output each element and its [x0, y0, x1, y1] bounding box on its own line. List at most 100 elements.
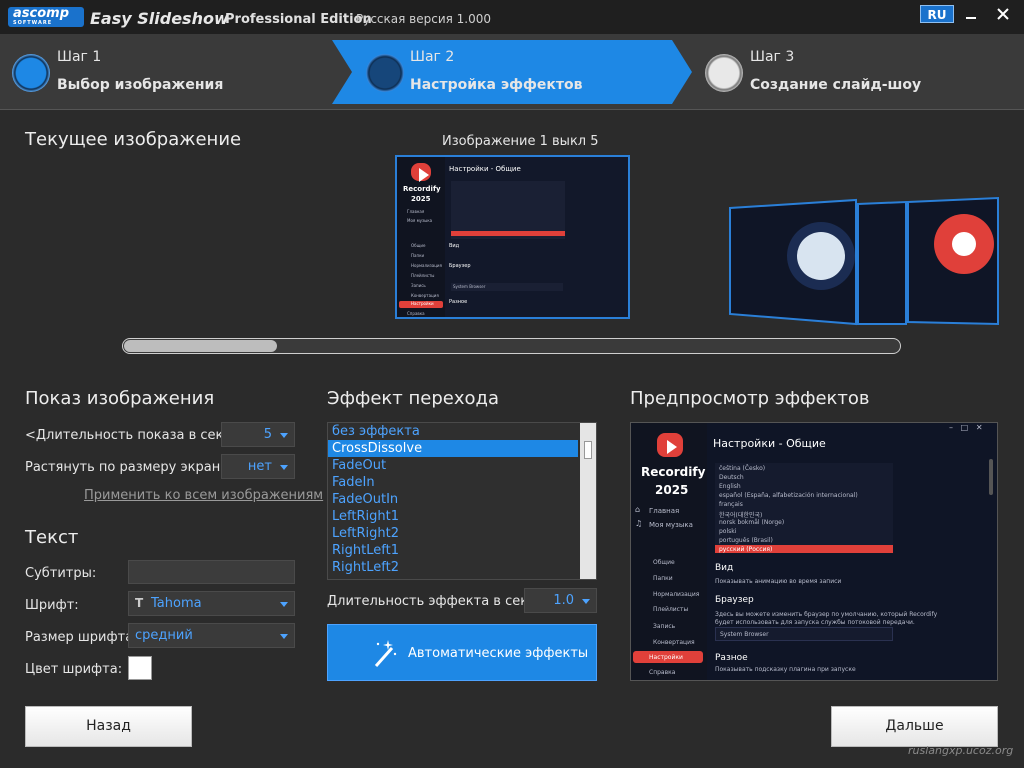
duration-label: <Длительность показа в секунд — [25, 428, 249, 443]
preview-nav-settings: Настройки — [649, 654, 683, 661]
effect-duration-select[interactable]: 1.0 — [524, 588, 597, 613]
preview-lang-3: español (España, alfabetización internac… — [719, 492, 858, 499]
logo-subtext: SOFTWARE — [13, 20, 53, 26]
subtitles-label: Субтитры: — [25, 566, 97, 581]
stretch-select[interactable]: нет — [221, 454, 295, 479]
app-edition: Professional Edition — [225, 12, 372, 27]
list-item[interactable]: FadeIn — [328, 474, 578, 491]
preview-lang-5: 한국어(대한민국) — [719, 512, 763, 519]
close-icon — [997, 8, 1009, 20]
font-color-label: Цвет шрифта: — [25, 662, 123, 677]
image-counter: Изображение 1 выкл 5 — [442, 134, 599, 149]
subtitles-input[interactable] — [128, 560, 295, 584]
chevron-down-icon — [280, 602, 288, 607]
preview-nav-convert: Конвертация — [653, 639, 695, 646]
preview-nav-normalize: Нормализация — [653, 591, 700, 598]
recordify-icon — [657, 433, 683, 457]
show-image-title: Показ изображения — [25, 388, 215, 409]
font-color-swatch[interactable] — [128, 656, 152, 680]
duration-select[interactable]: 5 — [221, 422, 295, 447]
preview-lang-6: norsk bokmål (Norge) — [719, 519, 785, 526]
list-scrollbar[interactable] — [580, 423, 596, 579]
preview-browser-select-text: System Browser — [720, 631, 769, 638]
preview-scrollbar — [989, 459, 993, 495]
thumb-header: Настройки - Общие — [449, 165, 521, 173]
preview-browser-desc1: Здесь вы можете изменить браузер по умол… — [715, 611, 938, 618]
transition-effect-list[interactable]: без эффекта CrossDissolve FadeOut FadeIn… — [327, 422, 597, 580]
preview-sec-view: Вид — [715, 563, 734, 573]
minimize-icon — [966, 17, 976, 19]
list-item[interactable]: LeftRight2 — [328, 525, 578, 542]
list-item[interactable]: RightLeft2 — [328, 559, 578, 576]
thumb-sec-view: Вид — [449, 243, 460, 249]
preview-lang-8: português (Brasil) — [719, 537, 773, 544]
app-title: Easy Slideshow — [90, 9, 229, 28]
preview-nav-record: Запись — [653, 623, 676, 630]
preview-nav-general: Общие — [653, 559, 675, 566]
preview-language-list: čeština (Česko) Deutsch English español … — [715, 463, 893, 553]
chevron-down-icon — [280, 634, 288, 639]
font-size-select[interactable]: средний — [128, 623, 295, 648]
image-scrollbar[interactable] — [122, 338, 901, 354]
step-3-title: Создание слайд-шоу — [750, 77, 922, 93]
auto-effects-button[interactable]: Автоматические эффекты — [327, 624, 597, 681]
minimize-button[interactable] — [958, 5, 984, 23]
preview-view-option: Показывать анимацию во время записи — [715, 578, 842, 585]
effect-duration-label: Длительность эффекта в секунд — [327, 594, 554, 609]
list-item-selected[interactable]: CrossDissolve — [328, 440, 578, 457]
preview-nav-help: Справка — [649, 669, 676, 676]
preview-nav-playlists: Плейлисты — [653, 606, 689, 613]
thumb-nav-music: Моя музыка — [407, 218, 433, 223]
auto-effects-label: Автоматические эффекты — [408, 646, 589, 661]
list-scrollbar-thumb[interactable] — [584, 441, 592, 459]
next-button[interactable]: Дальше — [831, 706, 998, 747]
image-scrollbar-thumb[interactable] — [124, 340, 277, 352]
preview-nav-music: Моя музыка — [649, 521, 693, 529]
step-1-title: Выбор изображения — [57, 77, 224, 93]
thumb-nav-playlists: Плейлисты — [411, 273, 435, 278]
preview-lang-2: English — [719, 483, 741, 490]
stretch-label: Растянуть по размеру экрана: — [25, 460, 233, 475]
thumb-sec-browser: Браузер — [449, 263, 471, 269]
step-1[interactable]: Шаг 1 Выбор изображения — [0, 40, 330, 104]
preview-sec-misc: Разное — [715, 653, 748, 663]
language-button[interactable]: RU — [920, 5, 954, 23]
preview-header: Настройки - Общие — [713, 437, 826, 450]
close-button[interactable] — [990, 5, 1016, 23]
step-3-indicator — [705, 54, 743, 92]
thumb-app-year: 2025 — [411, 195, 431, 203]
thumb-sec-misc: Разное — [449, 299, 468, 305]
step-2-title: Настройка эффектов — [410, 77, 583, 93]
duration-value: 5 — [263, 427, 272, 442]
list-item[interactable]: без эффекта — [328, 423, 578, 440]
thumbnail-2-photo-inner — [797, 232, 845, 280]
preview-browser-select: System Browser — [715, 627, 893, 641]
apply-all-link[interactable]: Применить ко всем изображениям — [84, 488, 323, 503]
font-select[interactable]: T Tahoma — [128, 591, 295, 616]
thumbnail-3[interactable] — [857, 200, 907, 325]
transition-title: Эффект перехода — [327, 388, 499, 409]
next-thumbnails[interactable] — [726, 196, 1000, 328]
thumb-nav-folders: Папки — [411, 253, 425, 258]
back-button[interactable]: Назад — [25, 706, 192, 747]
font-value: Tahoma — [151, 596, 202, 611]
effect-preview: Recordify 2025 ⌂ Главная ♫ Моя музыка Об… — [630, 422, 998, 681]
list-item[interactable]: LeftRight1 — [328, 508, 578, 525]
list-item[interactable]: FadeOutIn — [328, 491, 578, 508]
font-size-label: Размер шрифта: — [25, 630, 138, 645]
chevron-down-icon — [582, 599, 590, 604]
step-2[interactable]: Шаг 2 Настройка эффектов — [332, 40, 692, 104]
preview-lang-7: polski — [719, 528, 737, 535]
preview-lang-4: français — [719, 501, 743, 508]
current-image-title: Текущее изображение — [25, 129, 242, 150]
list-item[interactable]: FadeOut — [328, 457, 578, 474]
effect-duration-value: 1.0 — [553, 593, 574, 608]
list-item[interactable]: RightLeft1 — [328, 542, 578, 559]
thumb-language-selected — [451, 231, 565, 236]
thumbnail-4-disc-center — [952, 232, 976, 256]
current-image-thumbnail[interactable]: Recordify 2025 Главная Моя музыка Общие … — [395, 155, 630, 319]
step-3[interactable]: Шаг 3 Создание слайд-шоу — [693, 40, 1023, 104]
preview-misc-option: Показывать подсказку плагина при запуске — [715, 666, 856, 673]
chevron-down-icon — [280, 465, 288, 470]
font-size-value: средний — [135, 628, 193, 643]
